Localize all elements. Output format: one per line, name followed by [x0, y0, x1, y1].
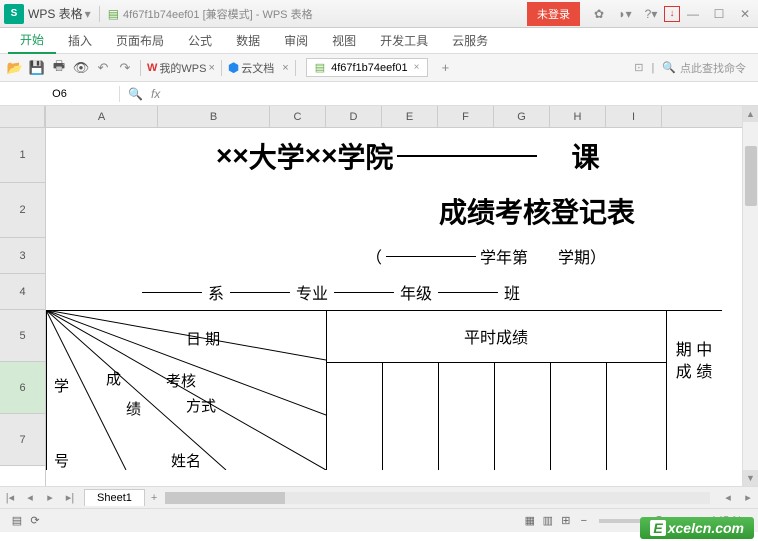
mywps-link[interactable]: W我的WPS×	[147, 60, 215, 76]
menu-data[interactable]: 数据	[224, 28, 272, 53]
zoom-out-icon[interactable]: −	[575, 515, 593, 527]
menu-start[interactable]: 开始	[8, 27, 56, 54]
update-icon[interactable]: ↓	[664, 6, 680, 22]
row-header[interactable]: 5	[0, 310, 45, 362]
file-tab[interactable]: ▤ 4f67f1b74eef01 ×	[306, 58, 429, 77]
subtitle-cell: 成绩考核登记表	[46, 183, 758, 238]
row-header[interactable]: 1	[0, 128, 45, 183]
search-icon[interactable]: 🔍	[662, 61, 676, 74]
col-header[interactable]: I	[606, 106, 662, 127]
ribbon-toggle-icon[interactable]: ⊡	[634, 61, 643, 74]
maximize-button[interactable]: ☐	[706, 4, 732, 24]
skin-icon[interactable]: ◗▾	[612, 4, 638, 24]
vertical-scrollbar[interactable]: ▲ ▼	[742, 106, 758, 486]
doc-icon: ▤	[108, 7, 119, 21]
col-header[interactable]: A	[46, 106, 158, 127]
redo-icon[interactable]: ↷	[116, 59, 134, 77]
scroll-up-icon[interactable]: ▲	[743, 106, 758, 122]
close-button[interactable]: ✕	[732, 4, 758, 24]
menu-review[interactable]: 审阅	[272, 28, 320, 53]
col-header[interactable]: G	[494, 106, 550, 127]
menu-cloud[interactable]: 云服务	[440, 28, 500, 53]
menu-formula[interactable]: 公式	[176, 28, 224, 53]
save-icon[interactable]: 💾	[28, 59, 46, 77]
menu-insert[interactable]: 插入	[56, 28, 104, 53]
name-box[interactable]: O6	[0, 86, 120, 102]
scroll-thumb[interactable]	[745, 146, 757, 206]
select-all-corner[interactable]	[0, 106, 45, 128]
sheet-next-icon[interactable]: ▸	[40, 491, 60, 504]
row-header[interactable]: 7	[0, 414, 45, 466]
doc-title: 4f67f1b74eef01 [兼容模式] - WPS 表格	[123, 6, 313, 22]
app-name: WPS 表格	[28, 5, 83, 22]
col-header[interactable]: E	[382, 106, 438, 127]
watermark: Excelcn.com	[640, 517, 754, 539]
menu-dev[interactable]: 开发工具	[368, 28, 440, 53]
toolbar: 📂 💾 🖶 👁 ↶ ↷ W我的WPS× ⬢云文档× ▤ 4f67f1b74eef…	[0, 54, 758, 82]
help-icon[interactable]: ?▾	[638, 4, 664, 24]
row-header[interactable]: 2	[0, 183, 45, 238]
preview-icon[interactable]: 👁	[72, 59, 90, 77]
row-header[interactable]: 4	[0, 274, 45, 310]
view-break-icon[interactable]: ⊞	[557, 514, 575, 527]
app-logo: S	[4, 4, 24, 24]
col-header[interactable]: B	[158, 106, 270, 127]
score-table: 日 期 考核 方式 成 绩 学 号 姓名 平时成绩 期 中 成 绩	[46, 310, 722, 470]
header-qizhong: 期 中 成 绩	[666, 310, 722, 414]
view-normal-icon[interactable]: ▦	[521, 514, 539, 527]
row-header-active[interactable]: 6	[0, 362, 45, 414]
add-sheet-icon[interactable]: +	[151, 492, 157, 504]
dept-cell: 系专业年级班	[46, 274, 758, 310]
view-page-icon[interactable]: ▥	[539, 514, 557, 527]
sheet-prev-icon[interactable]: ◂	[20, 491, 40, 504]
sheet-first-icon[interactable]: |◂	[0, 491, 20, 504]
col-header[interactable]: F	[438, 106, 494, 127]
term-cell: （学年第学期）	[46, 238, 758, 274]
add-tab-icon[interactable]: +	[436, 59, 454, 77]
login-button[interactable]: 未登录	[527, 2, 580, 26]
sheet-tab[interactable]: Sheet1	[84, 489, 145, 506]
status-doc-icon[interactable]: ▤	[8, 514, 26, 527]
scroll-down-icon[interactable]: ▼	[743, 470, 758, 486]
menu-view[interactable]: 视图	[320, 28, 368, 53]
cloud-doc-link[interactable]: ⬢云文档×	[228, 60, 289, 76]
row-header[interactable]: 3	[0, 238, 45, 274]
undo-icon[interactable]: ↶	[94, 59, 112, 77]
hscroll-right-icon[interactable]: ▸	[738, 491, 758, 504]
status-sync-icon[interactable]: ⟳	[26, 514, 44, 527]
menu-bar: 开始 插入 页面布局 公式 数据 审阅 视图 开发工具 云服务	[0, 28, 758, 54]
fx-search-icon[interactable]: 🔍	[128, 87, 143, 101]
minimize-button[interactable]: —	[680, 4, 706, 24]
horizontal-scrollbar[interactable]	[165, 492, 710, 504]
tab-close-icon[interactable]: ×	[414, 62, 420, 73]
fx-label: fx	[151, 87, 160, 101]
header-pingshi: 平时成绩	[326, 310, 666, 362]
grid-cells[interactable]: ××大学××学院课 成绩考核登记表 （学年第学期） 系专业年级班	[46, 128, 758, 486]
sheet-last-icon[interactable]: ▸|	[60, 491, 80, 504]
col-header[interactable]: H	[550, 106, 606, 127]
menu-layout[interactable]: 页面布局	[104, 28, 176, 53]
hscroll-left-icon[interactable]: ◂	[718, 491, 738, 504]
col-header[interactable]: D	[326, 106, 382, 127]
settings-icon[interactable]: ✿	[586, 4, 612, 24]
search-placeholder[interactable]: 点此查找命令	[680, 60, 746, 76]
col-header[interactable]: C	[270, 106, 326, 127]
open-icon[interactable]: 📂	[6, 59, 24, 77]
print-icon[interactable]: 🖶	[50, 59, 68, 77]
title-cell: ××大学××学院课	[46, 128, 758, 183]
